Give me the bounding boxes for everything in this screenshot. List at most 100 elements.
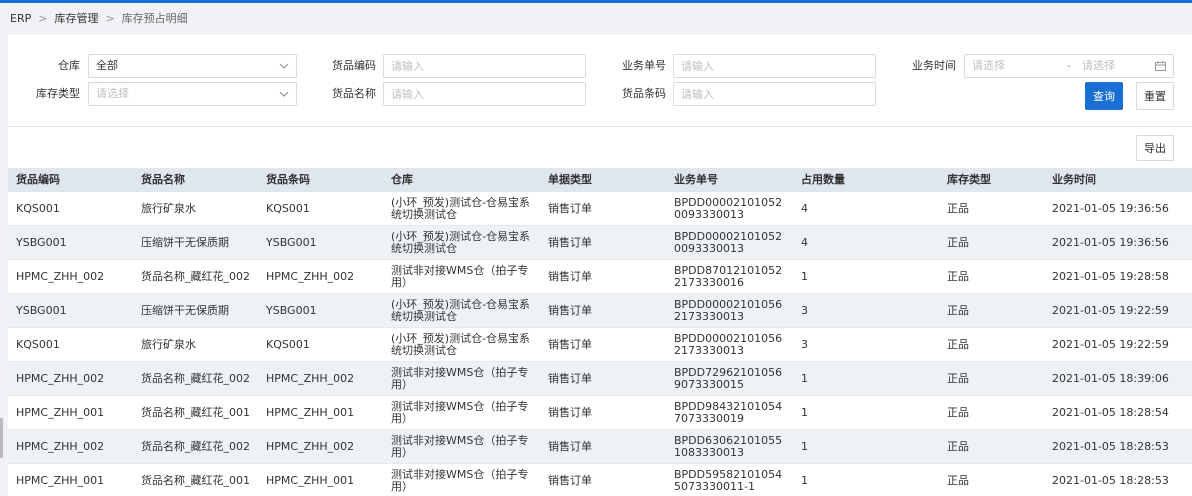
doc-type-cell-text: 销售订单 [548,201,592,215]
business-no-cell-text: BPDD870121010522173330016 [674,263,783,289]
doc-type-cell: 销售订单 [540,294,666,327]
warehouse-cell: (小环_预发)测试仓-仓易宝系统切换测试仓 [383,192,540,225]
table-row[interactable]: KQS001 旅行矿泉水 KQS001 (小环_预发)测试仓-仓易宝系统切换测试仓 销售… [8,192,1192,226]
column-header: 仓库 [391,173,413,186]
goods-code-cell-text: HPMC_ZHH_001 [16,473,105,487]
filter-form: 仓库 全部 货品编码 业务单号 业务时间 请选择 - 请选择 库存类型 请选择 … [8,35,1192,127]
table-row[interactable]: YSBG001 压缩饼干无保质期 YSBG001 (小环_预发)测试仓-仓易宝系统切换… [8,294,1192,328]
stock-type-select[interactable]: 请选择 [88,82,297,106]
barcode-cell-text: KQS001 [266,201,310,215]
doc-type-cell: 销售订单 [540,430,666,463]
chevron-right-icon: > [105,11,115,25]
barcode-cell-text: HPMC_ZHH_002 [266,371,355,385]
stock-type-cell-text: 正品 [947,439,969,453]
breadcrumb: ERP > 库存管理 > 库存预占明细 [10,3,188,33]
business-no-cell: BPDD595821010545073330011-1 [666,464,793,496]
barcode-label: 货品条码 [622,87,666,100]
breadcrumb-inventory[interactable]: 库存管理 [54,10,98,26]
scrollbar-thumb[interactable] [0,418,3,458]
stock-type-cell-text: 正品 [947,337,969,351]
goods-name-cell-text: 旅行矿泉水 [141,201,196,215]
warehouse-cell: (小环_预发)测试仓-仓易宝系统切换测试仓 [383,226,540,259]
goods-code-cell-text: HPMC_ZHH_002 [16,371,105,385]
business-time-cell: 2021-01-05 18:28:53 [1044,430,1192,463]
warehouse-cell: 测试非对接WMS仓（拍子专用） [383,430,540,463]
breadcrumb-current: 库存预占明细 [121,12,188,25]
export-button[interactable]: 导出 [1136,135,1174,161]
column-header: 单据类型 [548,173,592,186]
barcode-cell-text: HPMC_ZHH_001 [266,473,355,487]
doc-type-cell: 销售订单 [540,396,666,429]
table-row[interactable]: KQS001 旅行矿泉水 KQS001 (小环_预发)测试仓-仓易宝系统切换测试仓 销售… [8,328,1192,362]
business-time-label: 业务时间 [912,59,956,72]
goods-name-cell: 货品名称_藏红花_001 [133,464,258,496]
goods-name-cell: 压缩饼干无保质期 [133,294,258,327]
barcode-cell: HPMC_ZHH_001 [258,396,383,429]
reset-button[interactable]: 重置 [1136,82,1174,110]
start-date-placeholder[interactable]: 请选择 [972,55,1005,77]
goods-name-cell-text: 货品名称_藏红花_001 [141,405,250,419]
quantity-cell-text: 4 [801,235,808,249]
warehouse-cell-text: 测试非对接WMS仓（拍子专用） [391,365,529,391]
quantity-cell: 1 [793,396,939,429]
quantity-cell-text: 3 [801,337,808,351]
breadcrumb-erp[interactable]: ERP [10,12,31,25]
business-time-cell-text: 2021-01-05 18:28:53 [1052,473,1169,487]
warehouse-cell-text: 测试非对接WMS仓（拍子专用） [391,263,529,289]
business-no-cell-text: BPDD000021010562173330013 [674,331,783,357]
goods-name-cell: 货品名称_藏红花_002 [133,260,258,293]
stock-type-cell-text: 正品 [947,269,969,283]
chevron-right-icon: > [38,11,48,25]
goods-code-input[interactable] [383,54,586,78]
warehouse-cell: 测试非对接WMS仓（拍子专用） [383,396,540,429]
doc-type-cell-text: 销售订单 [548,371,592,385]
table-row[interactable]: HPMC_ZHH_001 货品名称_藏红花_001 HPMC_ZHH_001 测试非对… [8,396,1192,430]
table-row[interactable]: HPMC_ZHH_002 货品名称_藏红花_002 HPMC_ZHH_002 测试非对… [8,362,1192,396]
doc-type-cell: 销售订单 [540,464,666,496]
goods-code-cell-text: HPMC_ZHH_002 [16,269,105,283]
doc-type-cell: 销售订单 [540,192,666,225]
business-time-cell-text: 2021-01-05 18:28:54 [1052,405,1169,419]
stock-type-cell: 正品 [939,294,1044,327]
business-no-cell-text: BPDD000021010520093330013 [674,195,783,221]
goods-name-cell-text: 货品名称_藏红花_002 [141,269,250,283]
business-time-cell-text: 2021-01-05 19:22:59 [1052,337,1169,351]
doc-type-cell-text: 销售订单 [548,235,592,249]
business-time-range[interactable]: 请选择 - 请选择 [964,54,1174,78]
query-button[interactable]: 查询 [1085,82,1123,110]
business-no-cell-text: BPDD595821010545073330011-1 [674,467,783,493]
stock-type-cell-text: 正品 [947,405,969,419]
table-row[interactable]: YSBG001 压缩饼干无保质期 YSBG001 (小环_预发)测试仓-仓易宝系统切换… [8,226,1192,260]
end-date-placeholder[interactable]: 请选择 [1082,55,1115,77]
column-header: 占用数量 [801,173,845,186]
business-time-cell: 2021-01-05 18:28:53 [1044,464,1192,496]
goods-name-cell: 货品名称_藏红花_002 [133,362,258,395]
table-row[interactable]: HPMC_ZHH_002 货品名称_藏红花_002 HPMC_ZHH_002 测试非对… [8,430,1192,464]
goods-code-cell-text: HPMC_ZHH_001 [16,405,105,419]
business-time-cell: 2021-01-05 19:36:56 [1044,226,1192,259]
barcode-cell: YSBG001 [258,226,383,259]
quantity-cell-text: 4 [801,201,808,215]
business-time-cell: 2021-01-05 19:22:59 [1044,294,1192,327]
warehouse-cell: (小环_预发)测试仓-仓易宝系统切换测试仓 [383,328,540,361]
goods-code-cell-text: KQS001 [16,201,60,215]
goods-code-label: 货品编码 [332,59,376,72]
goods-code-cell: YSBG001 [8,226,133,259]
business-time-cell: 2021-01-05 18:28:54 [1044,396,1192,429]
quantity-cell: 3 [793,328,939,361]
barcode-input[interactable] [673,82,876,106]
column-header: 库存类型 [947,173,991,186]
warehouse-cell: 测试非对接WMS仓（拍子专用） [383,362,540,395]
warehouse-select[interactable]: 全部 [88,54,297,78]
goods-name-cell: 旅行矿泉水 [133,328,258,361]
stock-type-cell-text: 正品 [947,201,969,215]
barcode-cell-text: HPMC_ZHH_002 [266,439,355,453]
business-no-input[interactable] [673,54,876,78]
stock-type-cell-text: 正品 [947,371,969,385]
goods-name-input[interactable] [383,82,586,106]
business-no-cell: BPDD729621010569073330015 [666,362,793,395]
chevron-down-icon [279,63,289,69]
warehouse-value: 全部 [96,59,118,72]
table-row[interactable]: HPMC_ZHH_002 货品名称_藏红花_002 HPMC_ZHH_002 测试非对… [8,260,1192,294]
table-row[interactable]: HPMC_ZHH_001 货品名称_藏红花_001 HPMC_ZHH_001 测试非对… [8,464,1192,496]
